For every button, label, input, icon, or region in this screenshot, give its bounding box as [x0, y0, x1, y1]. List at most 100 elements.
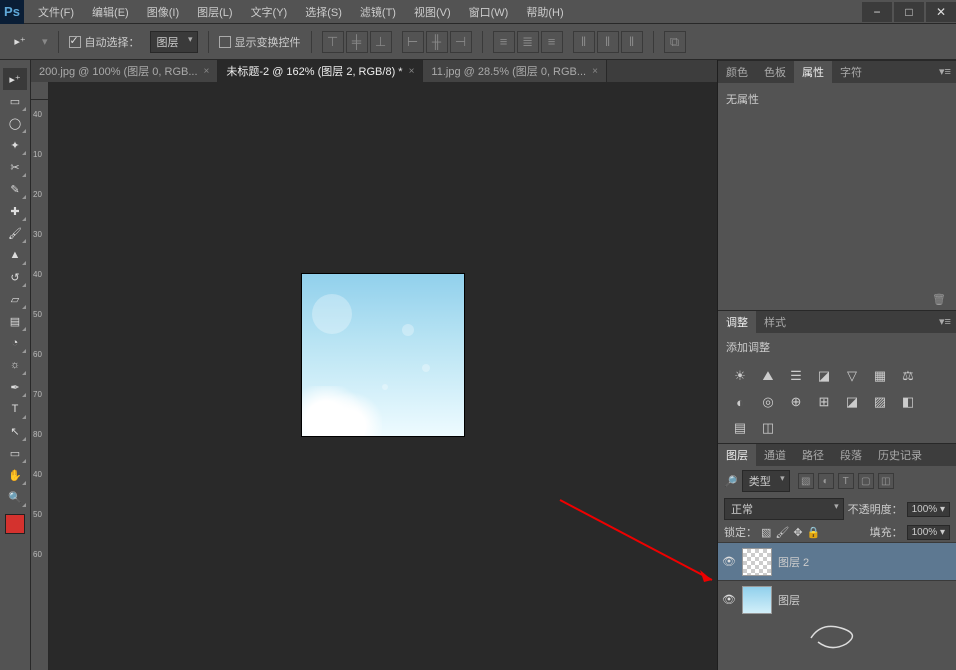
- align-top-icon[interactable]: ⊤: [322, 31, 344, 53]
- levels-icon[interactable]: ⛰: [758, 367, 778, 385]
- menu-window[interactable]: 窗口(W): [461, 1, 517, 23]
- document-tab[interactable]: 未标题-2 @ 162% (图层 2, RGB/8) *×: [218, 60, 423, 82]
- lock-all-icon[interactable]: 🔒: [807, 526, 821, 539]
- trash-icon[interactable]: 🗑: [932, 294, 946, 306]
- crop-tool[interactable]: ✂: [3, 156, 27, 178]
- panel-menu-icon[interactable]: ▾≡: [938, 315, 952, 328]
- menu-select[interactable]: 选择(S): [297, 1, 350, 23]
- menu-image[interactable]: 图像(I): [139, 1, 187, 23]
- pen-tool[interactable]: ✒: [3, 376, 27, 398]
- menu-view[interactable]: 视图(V): [406, 1, 459, 23]
- tab-character[interactable]: 字符: [832, 61, 870, 83]
- document-tab[interactable]: 200.jpg @ 100% (图层 0, RGB...×: [31, 60, 218, 82]
- threshold-icon[interactable]: ◧: [898, 393, 918, 411]
- tab-styles[interactable]: 样式: [756, 311, 794, 333]
- tab-color[interactable]: 颜色: [718, 61, 756, 83]
- visibility-icon[interactable]: 👁: [722, 555, 736, 568]
- panel-menu-icon[interactable]: ▾≡: [938, 65, 952, 78]
- dist-bottom-icon[interactable]: ≡: [541, 31, 563, 53]
- canvas-viewport[interactable]: [49, 100, 717, 670]
- dist-left-icon[interactable]: ‖: [573, 31, 595, 53]
- tab-properties[interactable]: 属性: [794, 61, 832, 83]
- vibrance-icon[interactable]: ▽: [842, 367, 862, 385]
- lock-move-icon[interactable]: ✥: [793, 526, 802, 539]
- tab-adjustments[interactable]: 调整: [718, 311, 756, 333]
- filter-type-icon[interactable]: T: [838, 473, 854, 489]
- bw-icon[interactable]: ◐: [730, 393, 750, 411]
- menu-type[interactable]: 文字(Y): [243, 1, 296, 23]
- path-select-tool[interactable]: ↖: [3, 420, 27, 442]
- tab-paths[interactable]: 路径: [794, 444, 832, 466]
- hue-icon[interactable]: ▦: [870, 367, 890, 385]
- tab-layers[interactable]: 图层: [718, 444, 756, 466]
- menu-help[interactable]: 帮助(H): [518, 1, 571, 23]
- align-left-icon[interactable]: ⊢: [402, 31, 424, 53]
- curves-icon[interactable]: ☰: [786, 367, 806, 385]
- heal-tool[interactable]: ✚: [3, 200, 27, 222]
- 3d-mode-icon[interactable]: ⧉: [664, 31, 686, 53]
- align-right-icon[interactable]: ⊣: [450, 31, 472, 53]
- shape-tool[interactable]: ▭: [3, 442, 27, 464]
- fill-value[interactable]: 100% ▾: [907, 525, 950, 540]
- eyedropper-tool[interactable]: ✎: [3, 178, 27, 200]
- lookup-icon[interactable]: ⊞: [814, 393, 834, 411]
- opacity-value[interactable]: 100% ▾: [907, 502, 950, 517]
- dist-top-icon[interactable]: ≡: [493, 31, 515, 53]
- layer-thumbnail[interactable]: [742, 548, 772, 576]
- history-brush-tool[interactable]: ↺: [3, 266, 27, 288]
- hand-tool[interactable]: ✋: [3, 464, 27, 486]
- layer-thumbnail[interactable]: [742, 586, 772, 614]
- gradient-map-icon[interactable]: ▤: [730, 419, 750, 437]
- marquee-tool[interactable]: ▭: [3, 90, 27, 112]
- filter-smart-icon[interactable]: ◫: [878, 473, 894, 489]
- menu-file[interactable]: 文件(F): [30, 1, 82, 23]
- align-hcenter-icon[interactable]: ╫: [426, 31, 448, 53]
- visibility-icon[interactable]: 👁: [722, 593, 736, 606]
- align-vcenter-icon[interactable]: ╪: [346, 31, 368, 53]
- close-icon[interactable]: ×: [409, 66, 415, 77]
- tab-paragraph[interactable]: 段落: [832, 444, 870, 466]
- close-icon[interactable]: ×: [592, 66, 598, 77]
- invert-icon[interactable]: ◪: [842, 393, 862, 411]
- ruler-vertical[interactable]: 401020304050607080405060: [31, 100, 49, 670]
- selective-icon[interactable]: ◫: [758, 419, 778, 437]
- maximize-button[interactable]: □: [894, 2, 924, 22]
- show-transform-checkbox[interactable]: 显示变换控件: [219, 34, 301, 50]
- minimize-button[interactable]: −: [862, 2, 892, 22]
- close-icon[interactable]: ×: [204, 66, 210, 77]
- ruler-origin[interactable]: [31, 82, 49, 100]
- align-bottom-icon[interactable]: ⊥: [370, 31, 392, 53]
- blur-tool[interactable]: ◔: [3, 332, 27, 354]
- stamp-tool[interactable]: ▲: [3, 244, 27, 266]
- auto-select-target-dropdown[interactable]: 图层: [150, 31, 198, 53]
- filter-adjust-icon[interactable]: ◐: [818, 473, 834, 489]
- dist-hcenter-icon[interactable]: ‖: [597, 31, 619, 53]
- photo-filter-icon[interactable]: ◎: [758, 393, 778, 411]
- lock-transparent-icon[interactable]: ▧: [761, 526, 771, 539]
- menu-filter[interactable]: 滤镜(T): [352, 1, 404, 23]
- filter-pixel-icon[interactable]: ▧: [798, 473, 814, 489]
- eraser-tool[interactable]: ▱: [3, 288, 27, 310]
- tab-channels[interactable]: 通道: [756, 444, 794, 466]
- dist-vcenter-icon[interactable]: ≣: [517, 31, 539, 53]
- tab-history[interactable]: 历史记录: [870, 444, 930, 466]
- layer-name[interactable]: 图层 2: [778, 554, 809, 570]
- foreground-color-swatch[interactable]: [5, 514, 25, 534]
- type-tool[interactable]: T: [3, 398, 27, 420]
- dist-right-icon[interactable]: ‖: [621, 31, 643, 53]
- canvas[interactable]: [302, 274, 464, 436]
- move-tool[interactable]: ▸⁺: [3, 68, 27, 90]
- dodge-tool[interactable]: ☼: [3, 354, 27, 376]
- close-button[interactable]: ✕: [926, 2, 956, 22]
- document-tab[interactable]: 11.jpg @ 28.5% (图层 0, RGB...×: [423, 60, 606, 82]
- layer-name[interactable]: 图层: [778, 592, 800, 608]
- tab-swatches[interactable]: 色板: [756, 61, 794, 83]
- menu-layer[interactable]: 图层(L): [189, 1, 240, 23]
- filter-kind-dropdown[interactable]: 类型: [742, 470, 790, 492]
- wand-tool[interactable]: ✦: [3, 134, 27, 156]
- gradient-tool[interactable]: ▤: [3, 310, 27, 332]
- exposure-icon[interactable]: ◪: [814, 367, 834, 385]
- layer-item[interactable]: 👁 图层 2: [718, 542, 956, 580]
- lock-paint-icon[interactable]: 🖌: [775, 526, 789, 539]
- filter-shape-icon[interactable]: ▢: [858, 473, 874, 489]
